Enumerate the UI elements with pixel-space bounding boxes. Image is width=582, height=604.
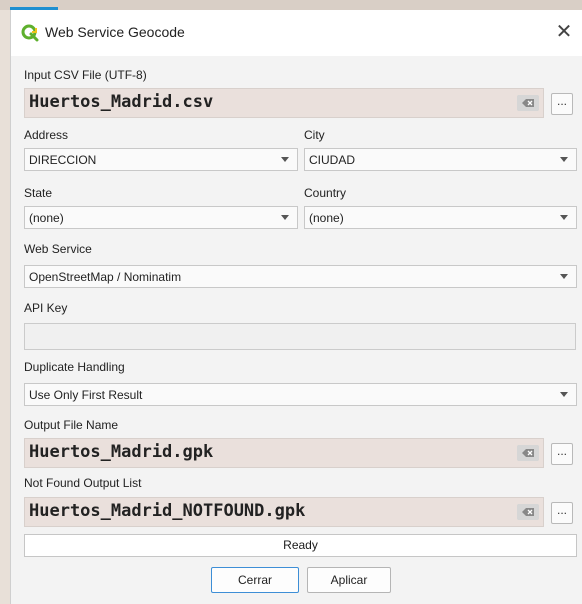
output-file-label: Output File Name: [24, 418, 119, 432]
clear-not-found-icon[interactable]: [517, 504, 539, 520]
city-select[interactable]: CIUDAD: [304, 148, 577, 171]
input-csv-field[interactable]: Huertos_Madrid.csv: [24, 88, 544, 118]
duplicate-handling-select[interactable]: Use Only First Result: [24, 383, 577, 406]
not-found-value: Huertos_Madrid_NOTFOUND.gpk: [29, 501, 306, 521]
background-window-strip: [0, 0, 582, 10]
chevron-down-icon: [560, 392, 568, 397]
country-select[interactable]: (none): [304, 206, 577, 229]
duplicate-handling-value: Use Only First Result: [29, 388, 143, 402]
clear-output-file-icon[interactable]: [517, 445, 539, 461]
web-service-value: OpenStreetMap / Nominatim: [29, 270, 182, 284]
state-value: (none): [29, 211, 64, 225]
close-button[interactable]: Cerrar: [211, 567, 299, 593]
web-service-select[interactable]: OpenStreetMap / Nominatim: [24, 265, 577, 288]
not-found-label: Not Found Output List: [24, 476, 142, 490]
chevron-down-icon: [560, 215, 568, 220]
output-file-field[interactable]: Huertos_Madrid.gpk: [24, 438, 544, 468]
clear-input-csv-icon[interactable]: [517, 95, 539, 111]
chevron-down-icon: [281, 215, 289, 220]
web-service-label: Web Service: [24, 242, 92, 256]
close-icon[interactable]: ✕: [551, 19, 577, 45]
city-value: CIUDAD: [309, 153, 356, 167]
input-csv-label: Input CSV File (UTF-8): [24, 68, 147, 82]
address-label: Address: [24, 128, 69, 142]
status-bar: Ready: [24, 534, 577, 557]
not-found-browse-button[interactable]: ...: [551, 502, 573, 524]
address-select[interactable]: DIRECCION: [24, 148, 298, 171]
qgis-logo-icon: [21, 24, 39, 42]
api-key-input[interactable]: [24, 323, 576, 350]
api-key-label: API Key: [24, 301, 68, 315]
state-select[interactable]: (none): [24, 206, 298, 229]
country-value: (none): [309, 211, 344, 225]
chevron-down-icon: [281, 157, 289, 162]
title-bar: Web Service Geocode ✕: [11, 10, 582, 56]
chevron-down-icon: [560, 274, 568, 279]
output-file-browse-button[interactable]: ...: [551, 443, 573, 465]
apply-button[interactable]: Aplicar: [307, 567, 391, 593]
duplicate-handling-label: Duplicate Handling: [24, 360, 125, 374]
not-found-field[interactable]: Huertos_Madrid_NOTFOUND.gpk: [24, 497, 544, 527]
input-csv-value: Huertos_Madrid.csv: [29, 92, 214, 112]
chevron-down-icon: [560, 157, 568, 162]
input-csv-browse-button[interactable]: ...: [551, 93, 573, 115]
window-title: Web Service Geocode: [45, 24, 185, 40]
output-file-value: Huertos_Madrid.gpk: [29, 442, 214, 462]
city-label: City: [304, 128, 325, 142]
address-value: DIRECCION: [29, 153, 97, 167]
geocode-dialog: Web Service Geocode ✕ Input CSV File (UT…: [10, 10, 582, 604]
state-label: State: [24, 186, 53, 200]
country-label: Country: [304, 186, 347, 200]
